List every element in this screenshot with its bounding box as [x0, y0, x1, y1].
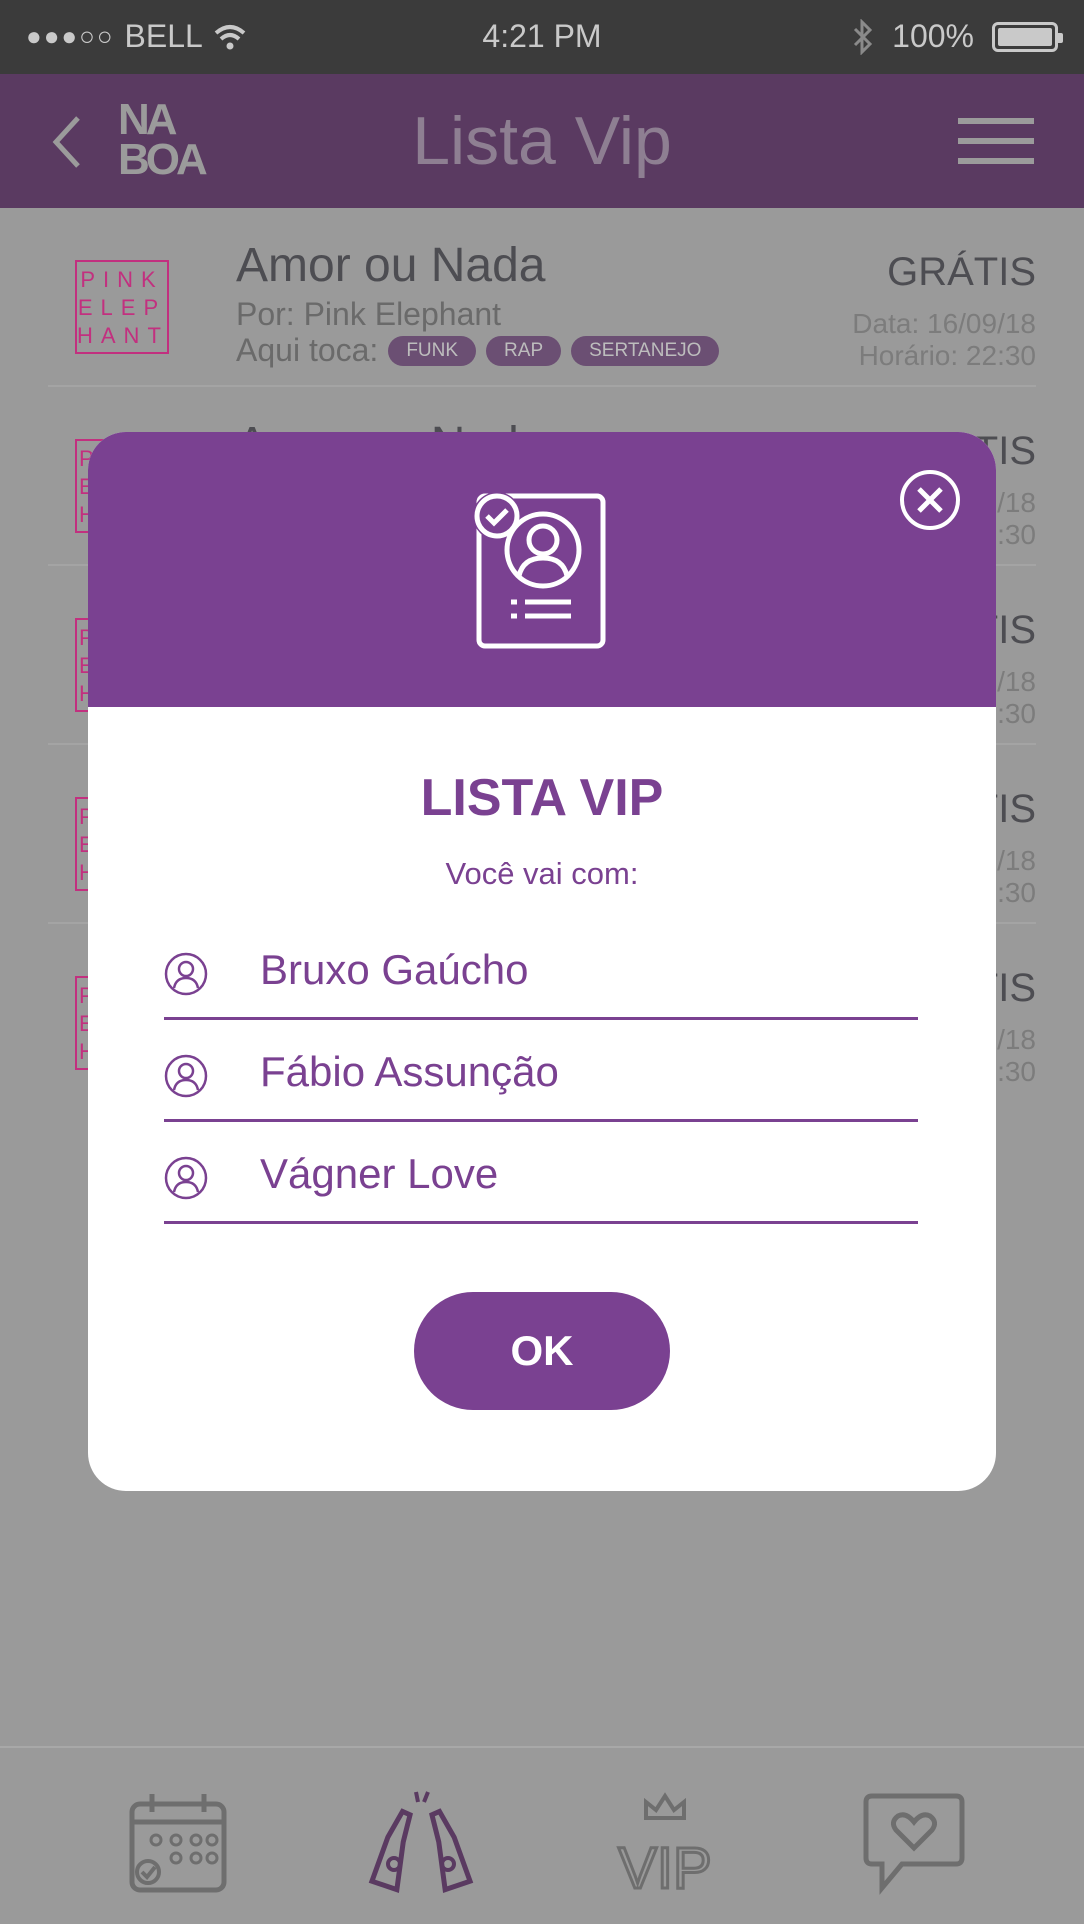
app-header: NA BOA Lista Vip — [0, 74, 1084, 208]
calendar-icon[interactable] — [126, 1788, 236, 1898]
event-title: Amor ou Nada — [236, 239, 546, 292]
event-organizer: Por: Pink Elephant — [236, 296, 502, 332]
genre-tag: FUNK — [388, 335, 477, 366]
guest-field[interactable]: Fábio Assunção — [164, 1038, 918, 1122]
modal-header — [88, 432, 996, 707]
modal-title: LISTA VIP — [420, 769, 664, 827]
page-title: Lista Vip — [412, 103, 672, 179]
modal-subtitle: Você vai com: — [445, 856, 639, 891]
user-circle-icon — [164, 952, 208, 996]
vip-crown-icon[interactable]: VIP — [610, 1788, 720, 1898]
event-row[interactable]: PINK ELEP HANT Amor ou Nada Por: Pink El… — [48, 208, 1036, 387]
genres-label: Aqui toca: — [236, 332, 379, 368]
event-time: :30 — [997, 519, 1036, 550]
genre-tag: RAP — [486, 335, 562, 366]
event-genres: Aqui toca: FUNK RAP SERTANEJO — [236, 332, 720, 369]
event-logo-line: PINK — [80, 267, 164, 292]
event-date: /18 — [997, 1024, 1036, 1055]
svg-text:VIP: VIP — [618, 1836, 712, 1898]
event-price: GRÁTIS — [887, 250, 1036, 294]
guest-name: Bruxo Gaúcho — [260, 946, 529, 993]
guest-field[interactable]: Bruxo Gaúcho — [164, 936, 918, 1020]
event-date: /18 — [997, 487, 1036, 518]
genre-tag: SERTANEJO — [571, 335, 720, 366]
vip-list-document-icon — [473, 492, 606, 649]
hamburger-menu-button[interactable] — [958, 118, 1034, 164]
event-logo-line: HANT — [77, 323, 169, 348]
ok-button[interactable]: OK — [414, 1292, 670, 1410]
event-logo: PINK ELEP HANT — [75, 260, 169, 354]
menu-line — [958, 138, 1034, 144]
menu-line — [958, 118, 1034, 124]
guest-field[interactable]: Vágner Love — [164, 1140, 918, 1224]
battery-icon — [992, 21, 1063, 52]
event-date: /18 — [997, 845, 1036, 876]
event-time: :30 — [997, 698, 1036, 729]
menu-line — [958, 158, 1034, 164]
event-time: Horário: 22:30 — [858, 340, 1036, 371]
tab-bar: VIP — [0, 1746, 1084, 1924]
guest-name: Fábio Assunção — [260, 1048, 559, 1095]
beer-bottles-icon[interactable] — [366, 1788, 476, 1898]
user-circle-icon — [164, 1156, 208, 1200]
bluetooth-icon — [854, 18, 873, 55]
vip-list-modal: LISTA VIP Você vai com: Bruxo Gaúcho Fáb… — [88, 432, 996, 1491]
user-circle-icon — [164, 1054, 208, 1098]
event-time: :30 — [997, 1056, 1036, 1087]
heart-chat-icon[interactable] — [858, 1788, 968, 1898]
event-date: Data: 16/09/18 — [852, 308, 1036, 339]
event-date: /18 — [997, 666, 1036, 697]
event-time: :30 — [997, 877, 1036, 908]
close-circle-icon[interactable] — [898, 468, 962, 532]
event-logo-line: ELEP — [77, 295, 167, 320]
guest-name: Vágner Love — [260, 1150, 499, 1197]
battery-percent: 100% — [892, 18, 974, 54]
status-bar: ●●●○○ BELL 4:21 PM 100% — [0, 0, 1084, 74]
